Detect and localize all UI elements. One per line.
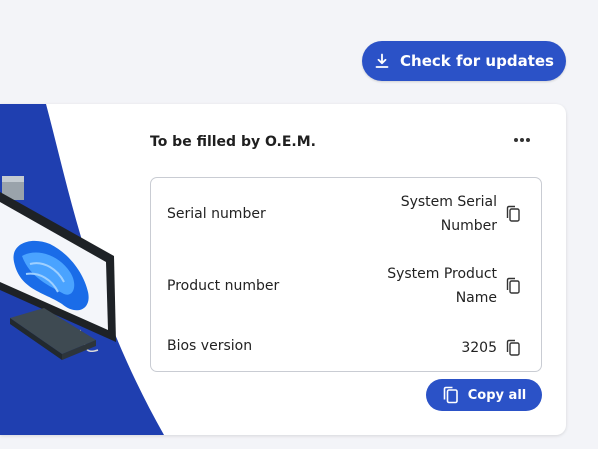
device-illustration (0, 104, 164, 435)
copy-icon[interactable] (505, 339, 521, 357)
more-horizontal-icon (514, 138, 530, 142)
copy-icon[interactable] (505, 205, 521, 223)
bios-version-label: Bios version (167, 338, 253, 354)
info-row-serial-number: Serial number System Serial Number (151, 190, 541, 240)
serial-number-value: System Serial Number (400, 194, 497, 234)
bios-version-value: 3205 (461, 340, 497, 356)
check-for-updates-label: Check for updates (400, 52, 554, 70)
copy-icon (442, 386, 459, 404)
device-info-list: Serial number System Serial Number Produ… (150, 177, 542, 372)
info-row-product-number: Product number System Product Name (151, 262, 541, 312)
copy-all-button[interactable]: Copy all (426, 379, 542, 411)
product-number-label: Product number (167, 278, 280, 294)
serial-number-label: Serial number (167, 206, 266, 222)
product-number-value: System Product Name (387, 266, 497, 306)
more-options-button[interactable] (508, 128, 536, 152)
device-info-card: To be filled by O.E.M. Serial number Sys… (0, 104, 566, 435)
check-for-updates-button[interactable]: Check for updates (362, 41, 566, 81)
card-title: To be filled by O.E.M. (150, 134, 317, 150)
copy-icon[interactable] (505, 277, 521, 295)
download-icon (374, 53, 390, 69)
info-row-bios-version: Bios version 3205 (151, 336, 541, 360)
copy-all-label: Copy all (467, 387, 527, 403)
